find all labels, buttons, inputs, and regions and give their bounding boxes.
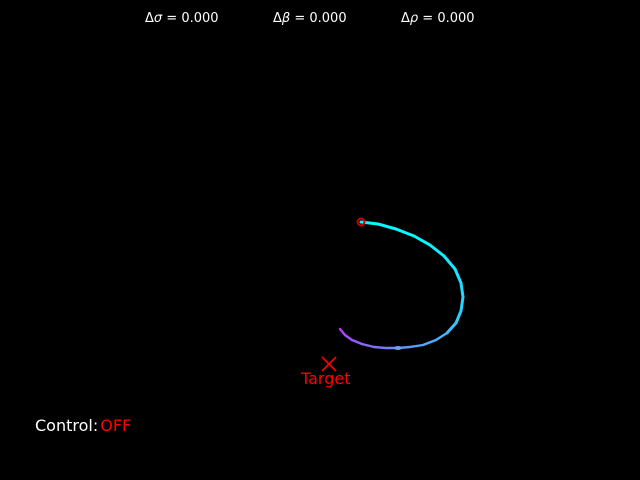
trajectory-segment — [350, 338, 364, 346]
control-label: Control: — [35, 416, 99, 435]
trajectory-segment — [394, 227, 416, 238]
control-status: Control: OFF — [35, 416, 131, 435]
trajectory-path — [338, 220, 465, 350]
trajectory-segment — [421, 338, 438, 347]
trajectory-segment — [412, 234, 432, 247]
trajectory-segment — [434, 331, 449, 342]
trajectory-segment — [360, 342, 376, 349]
trajectory-segment — [372, 345, 388, 350]
trajectory-segment — [338, 327, 347, 337]
simulation-canvas: Δσ = 0.000 Δβ = 0.000 Δρ = 0.000 Target … — [0, 0, 640, 480]
control-value: OFF — [100, 416, 132, 435]
trajectory-segment — [453, 267, 463, 285]
trajectory-segment — [428, 243, 446, 258]
trajectory-plot — [321, 217, 465, 372]
trajectory-head-marker — [394, 346, 402, 350]
trajectory-segment — [408, 343, 425, 349]
trajectory-segment — [454, 309, 463, 325]
trajectory-segment — [459, 295, 465, 313]
trajectory-segment — [376, 222, 398, 231]
trajectory-segment — [343, 333, 354, 342]
trajectory-segment — [459, 281, 465, 299]
trajectory-segment — [445, 321, 458, 335]
target-label: Target — [301, 369, 351, 388]
trajectory-segment — [442, 254, 457, 271]
